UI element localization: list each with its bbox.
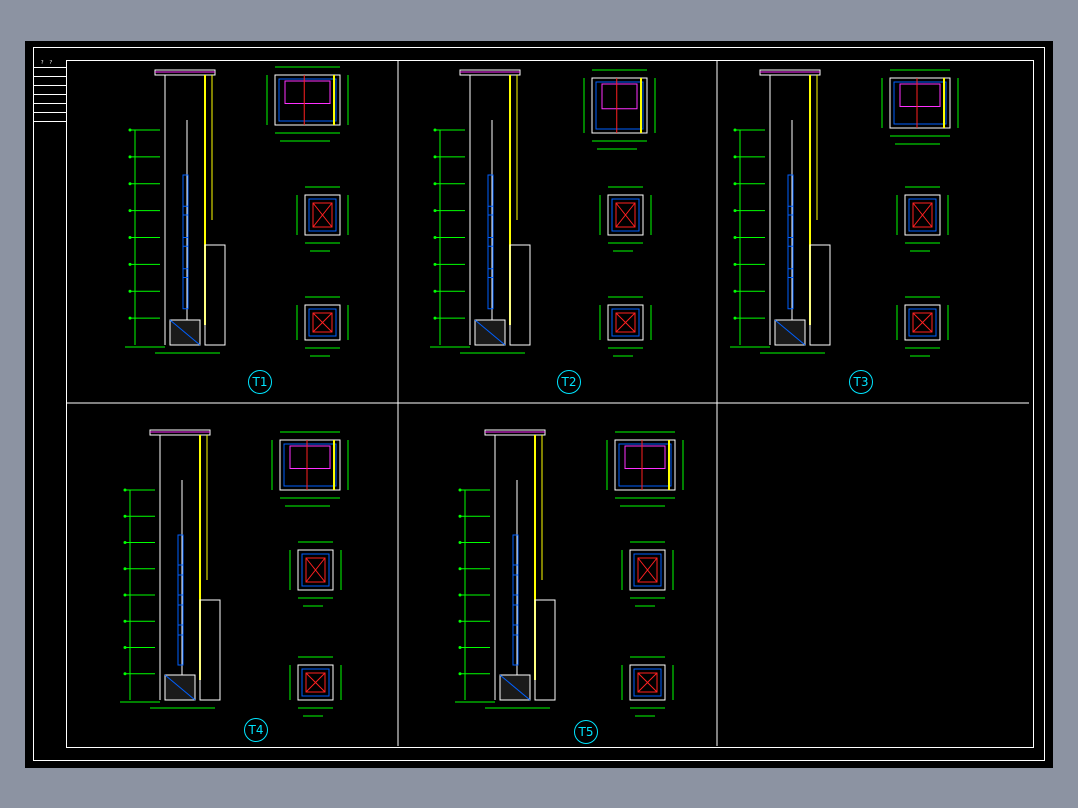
section-t4-level-marker bbox=[123, 593, 127, 597]
section-t4-level-marker bbox=[123, 541, 127, 544]
section-t5-level-marker bbox=[458, 514, 462, 518]
section-t3-level-marker bbox=[733, 236, 737, 239]
section-t2-level-marker bbox=[433, 209, 437, 213]
plan-t5-a-outline bbox=[614, 439, 676, 491]
section-t4-annex bbox=[199, 599, 221, 701]
drawing-tag-t4: T4 bbox=[244, 718, 268, 742]
plan-t4-a-outline bbox=[279, 439, 341, 491]
section-t1-level-marker bbox=[128, 262, 132, 266]
drawing-tag-t5: T5 bbox=[574, 720, 598, 744]
cad-drawing-canvas bbox=[66, 60, 1029, 746]
section-t4-level-marker bbox=[123, 646, 127, 649]
section-t4-level-marker bbox=[123, 619, 127, 623]
plan-t2-a-lobby bbox=[601, 83, 638, 110]
section-t5-level-marker bbox=[458, 646, 462, 649]
cad-viewport[interactable]: ?? T1 T2 T3 T4 T5 bbox=[0, 0, 1078, 808]
section-t1-level-marker bbox=[128, 236, 132, 239]
plan-t5-a-lobby bbox=[624, 445, 666, 469]
plan-t3-a-lobby bbox=[899, 83, 941, 107]
section-t4-level-marker bbox=[123, 488, 127, 492]
section-t5-level-marker bbox=[458, 541, 462, 544]
section-t1-level-marker bbox=[128, 289, 132, 293]
plan-t4-a-lobby bbox=[289, 445, 331, 469]
section-t4-level-marker bbox=[123, 514, 127, 518]
section-t2-level-marker bbox=[433, 289, 437, 293]
section-t5-annex bbox=[534, 599, 556, 701]
plan-t1-a-inner bbox=[278, 78, 337, 122]
section-t1-level-marker bbox=[128, 209, 132, 213]
plan-t3-a-inner bbox=[893, 81, 947, 125]
section-t1-level-marker bbox=[128, 182, 132, 186]
section-t1-level-marker bbox=[128, 155, 132, 159]
section-t5-level-marker bbox=[458, 619, 462, 623]
section-t4-level-marker bbox=[123, 672, 127, 676]
section-t3-level-marker bbox=[733, 182, 737, 186]
section-t3-level-marker bbox=[733, 262, 737, 266]
section-t1-annex bbox=[204, 244, 226, 346]
drawing-tag-t2: T2 bbox=[557, 370, 581, 394]
section-t3-level-marker bbox=[733, 209, 737, 213]
plan-t4-a-inner bbox=[283, 443, 337, 487]
section-t5-level-marker bbox=[458, 672, 462, 676]
drawing-tag-t3: T3 bbox=[849, 370, 873, 394]
section-t5-level-marker bbox=[458, 488, 462, 492]
section-t3-level-marker bbox=[733, 155, 737, 159]
section-t2-level-marker bbox=[433, 316, 437, 320]
section-t2-level-marker bbox=[433, 236, 437, 239]
section-t1-level-marker bbox=[128, 316, 132, 320]
plan-t2-a-outline bbox=[591, 77, 648, 134]
drawing-tag-t1: T1 bbox=[248, 370, 272, 394]
section-t3-level-marker bbox=[733, 316, 737, 320]
section-t5-level-marker bbox=[458, 593, 462, 597]
section-t2-level-marker bbox=[433, 182, 437, 186]
section-t3-level-marker bbox=[733, 128, 737, 132]
section-t2-level-marker bbox=[433, 128, 437, 132]
section-t2-level-marker bbox=[433, 155, 437, 159]
section-t3-annex bbox=[809, 244, 831, 346]
section-t4-level-marker bbox=[123, 567, 127, 571]
section-t5-level-marker bbox=[458, 567, 462, 571]
plan-t5-a-inner bbox=[618, 443, 672, 487]
section-t2-level-marker bbox=[433, 262, 437, 266]
plan-t1-a-lobby bbox=[284, 80, 331, 104]
plan-t2-a-inner bbox=[595, 81, 644, 130]
section-t1-level-marker bbox=[128, 128, 132, 132]
section-t3-level-marker bbox=[733, 289, 737, 293]
plan-t3-a-outline bbox=[889, 77, 951, 129]
section-t2-annex bbox=[509, 244, 531, 346]
